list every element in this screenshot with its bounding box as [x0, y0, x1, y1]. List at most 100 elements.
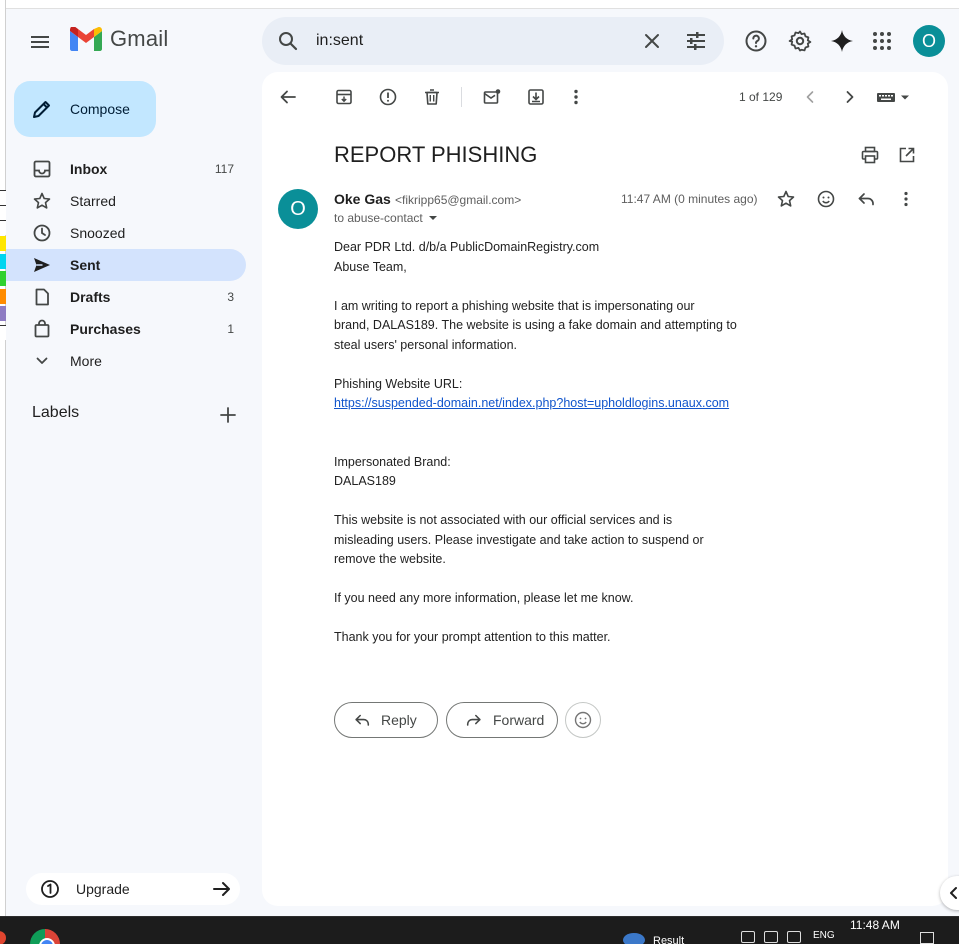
- reply-label: Reply: [381, 712, 417, 728]
- notification-icon[interactable]: [920, 932, 934, 944]
- body-line: If you need any more information, please…: [334, 591, 634, 605]
- shopping-bag-icon: [34, 319, 50, 338]
- sidebar-item-inbox[interactable]: Inbox 117: [6, 153, 246, 185]
- settings-gear-icon[interactable]: [788, 29, 812, 53]
- window-top-edge: [6, 0, 959, 9]
- phishing-url-link[interactable]: https://suspended-domain.net/index.php?h…: [334, 396, 729, 410]
- sidebar-item-starred[interactable]: Starred: [6, 185, 246, 217]
- search-options-icon[interactable]: [684, 29, 708, 53]
- sidebar-item-drafts[interactable]: Drafts 3: [6, 281, 246, 313]
- pencil-icon: [33, 101, 50, 118]
- delete-trash-icon[interactable]: [422, 87, 442, 107]
- body-line: brand, DALAS189. The website is using a …: [334, 318, 737, 332]
- gemini-sparkle-icon[interactable]: [830, 29, 854, 53]
- compose-button[interactable]: Compose: [14, 81, 156, 137]
- weather-icon[interactable]: [623, 933, 645, 944]
- help-icon[interactable]: [744, 29, 768, 53]
- forward-label: Forward: [493, 712, 545, 728]
- forward-button[interactable]: Forward: [446, 702, 558, 738]
- sender-avatar[interactable]: O: [278, 189, 318, 229]
- draft-icon: [35, 288, 49, 306]
- purchases-count: 1: [227, 322, 234, 336]
- sidebar-item-label: Purchases: [70, 321, 141, 337]
- input-tools-keyboard-icon[interactable]: [876, 87, 914, 107]
- pagination-text: 1 of 129: [739, 90, 783, 104]
- reply-icon[interactable]: [856, 189, 876, 209]
- main-menu-button[interactable]: [28, 30, 52, 54]
- more-options-icon[interactable]: [566, 87, 586, 107]
- star-icon: [33, 192, 51, 209]
- smiley-icon: [574, 711, 592, 729]
- gmail-m-icon: [70, 27, 102, 51]
- upgrade-badge-icon: [41, 880, 59, 898]
- chevron-left-icon: [950, 887, 957, 899]
- back-arrow-icon[interactable]: [278, 87, 298, 107]
- sidebar-item-purchases[interactable]: Purchases 1: [6, 313, 246, 345]
- message-panel: 1 of 129 REPORT PHISHING O Oke Gas <fikr…: [262, 72, 948, 906]
- body-line: steal users' personal information.: [334, 337, 518, 352]
- background-window-strip: [0, 0, 6, 916]
- emoji-reaction-icon[interactable]: [816, 189, 836, 209]
- taskbar-clock[interactable]: 11:48 AM: [850, 918, 900, 932]
- search-input[interactable]: [316, 17, 636, 65]
- body-line: Phishing Website URL:: [334, 376, 463, 391]
- taskbar-app-icon[interactable]: [0, 931, 6, 944]
- emoji-react-button[interactable]: [565, 702, 601, 738]
- language-indicator[interactable]: ENG: [813, 930, 835, 941]
- reply-button[interactable]: Reply: [334, 702, 438, 738]
- toolbar-divider: [461, 87, 462, 107]
- weather-text: Result: [653, 935, 685, 944]
- upgrade-label: Upgrade: [76, 881, 130, 897]
- mark-unread-icon[interactable]: [482, 87, 502, 107]
- email-subject: REPORT PHISHING: [334, 142, 538, 167]
- compose-label: Compose: [70, 101, 130, 117]
- open-new-window-icon[interactable]: [897, 145, 917, 165]
- sidebar-item-label: Starred: [70, 193, 116, 209]
- sidebar-item-snoozed[interactable]: Snoozed: [6, 217, 246, 249]
- upgrade-button[interactable]: Upgrade: [26, 873, 240, 905]
- older-chevron-right-icon[interactable]: [840, 87, 860, 107]
- chrome-icon[interactable]: [30, 929, 60, 944]
- tray-icon[interactable]: [741, 931, 755, 943]
- caret-down-icon[interactable]: [427, 212, 439, 224]
- print-icon[interactable]: [860, 145, 880, 165]
- recipient-text: to abuse-contact: [334, 211, 423, 225]
- recipient-line[interactable]: to abuse-contact: [334, 211, 439, 225]
- volume-icon[interactable]: [787, 931, 801, 943]
- gmail-logo[interactable]: Gmail: [70, 26, 168, 52]
- sidebar-nav: Inbox 117 Starred Snoozed Sent Drafts 3 …: [6, 153, 246, 377]
- archive-icon[interactable]: [334, 87, 354, 107]
- send-icon: [34, 258, 50, 272]
- body-line: I am writing to report a phishing websit…: [334, 298, 695, 313]
- body-line: Abuse Team,: [334, 259, 407, 274]
- body-line: Dear PDR Ltd. d/b/a PublicDomainRegistry…: [334, 240, 600, 254]
- apps-grid-icon[interactable]: [870, 29, 894, 53]
- sidebar-item-label: Snoozed: [70, 225, 126, 241]
- email-timestamp: 11:47 AM (0 minutes ago): [621, 192, 758, 206]
- move-to-icon[interactable]: [526, 87, 546, 107]
- sidebar-item-label: Sent: [70, 257, 101, 273]
- clear-search-icon[interactable]: [640, 29, 664, 53]
- account-avatar[interactable]: O: [913, 25, 945, 57]
- unread-count: 117: [214, 162, 234, 176]
- sender-email: <fikripp65@gmail.com>: [395, 193, 522, 207]
- labels-heading: Labels: [32, 404, 80, 421]
- sidebar-item-label: Drafts: [70, 289, 111, 305]
- sidebar-item-more[interactable]: More: [6, 345, 246, 377]
- message-more-icon[interactable]: [896, 189, 916, 209]
- body-line: Thank you for your prompt attention to t…: [334, 630, 611, 644]
- windows-taskbar: Result ENG 11:48 AM: [0, 916, 959, 944]
- reply-icon: [355, 714, 370, 726]
- add-label-icon[interactable]: [217, 404, 239, 426]
- newer-chevron-left-icon[interactable]: [800, 87, 820, 107]
- clock-icon: [33, 224, 51, 242]
- report-spam-icon[interactable]: [378, 87, 398, 107]
- sidebar-item-label: Inbox: [70, 161, 108, 177]
- star-icon[interactable]: [776, 189, 796, 209]
- sidebar-item-label: More: [70, 353, 102, 369]
- sender-name[interactable]: Oke Gas: [334, 191, 391, 207]
- sidebar-item-sent[interactable]: Sent: [6, 249, 246, 281]
- body-line: Impersonated Brand:: [334, 454, 451, 469]
- search-icon[interactable]: [276, 29, 300, 53]
- network-icon[interactable]: [764, 931, 778, 943]
